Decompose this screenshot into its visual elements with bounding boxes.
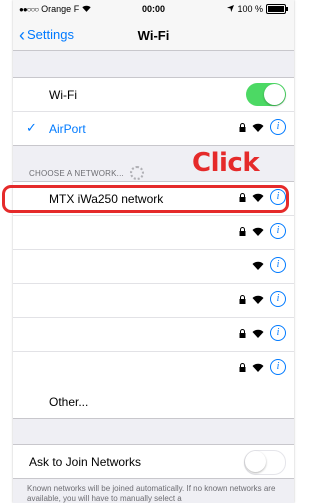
- wifi-signal-icon: [252, 227, 264, 236]
- network-row[interactable]: i: [13, 318, 294, 352]
- wifi-signal-icon: [252, 295, 264, 304]
- iphone-screen: ●●○○○ Orange F 00:00 100 % ‹ Settings Wi…: [13, 0, 294, 503]
- connected-network-name: AirPort: [49, 122, 86, 136]
- network-icons: i: [239, 359, 286, 375]
- highlight-box: [2, 185, 289, 213]
- lock-icon: [239, 328, 246, 338]
- wifi-signal-icon: [252, 123, 264, 132]
- networks-group: MTX iWa250 network i i i i i i Other...: [13, 181, 294, 419]
- status-bar: ●●○○○ Orange F 00:00 100 %: [13, 0, 294, 20]
- ask-join-row: Ask to Join Networks: [13, 445, 294, 478]
- battery-percent: 100 %: [237, 4, 263, 14]
- info-icon[interactable]: i: [270, 291, 286, 307]
- toggle-knob: [245, 451, 266, 472]
- lock-icon: [239, 122, 246, 132]
- wifi-signal-icon: [252, 261, 264, 270]
- network-icons: i: [239, 291, 286, 307]
- other-network-row[interactable]: Other...: [13, 385, 294, 418]
- battery-icon: [266, 4, 288, 14]
- network-row[interactable]: i: [13, 284, 294, 318]
- network-icons: i: [252, 257, 286, 273]
- ask-join-group: Ask to Join Networks: [13, 444, 294, 479]
- connected-network-row[interactable]: ✓ AirPort i: [13, 112, 294, 145]
- footer-description: Known networks will be joined automatica…: [27, 484, 276, 503]
- navigation-bar: ‹ Settings Wi-Fi: [13, 20, 294, 51]
- info-icon[interactable]: i: [270, 325, 286, 341]
- lock-icon: [239, 294, 246, 304]
- wifi-signal-icon: [252, 329, 264, 338]
- network-row[interactable]: i: [13, 216, 294, 250]
- ask-join-toggle[interactable]: [244, 450, 286, 475]
- wifi-toggle[interactable]: [246, 83, 286, 106]
- networks-header-label: CHOOSE A NETWORK...: [29, 168, 124, 178]
- click-annotation: Click: [192, 148, 260, 178]
- network-row[interactable]: i: [13, 250, 294, 284]
- wifi-signal-icon: [252, 363, 264, 372]
- info-icon[interactable]: i: [270, 223, 286, 239]
- network-row[interactable]: i: [13, 352, 294, 385]
- wifi-group: Wi-Fi ✓ AirPort i: [13, 77, 294, 146]
- network-icons: i: [239, 223, 286, 239]
- battery-level: [268, 6, 284, 12]
- network-icons: i: [239, 325, 286, 341]
- networks-section-header: CHOOSE A NETWORK...: [29, 166, 144, 180]
- lock-icon: [239, 362, 246, 372]
- info-icon[interactable]: i: [270, 119, 286, 135]
- wifi-label: Wi-Fi: [49, 88, 77, 102]
- info-icon[interactable]: i: [270, 257, 286, 273]
- checkmark-icon: ✓: [26, 120, 37, 135]
- network-icons: i: [239, 119, 286, 135]
- location-arrow-icon: [227, 4, 235, 14]
- wifi-toggle-row: Wi-Fi: [13, 78, 294, 112]
- ask-join-label: Ask to Join Networks: [29, 455, 142, 469]
- lock-icon: [239, 226, 246, 236]
- loading-spinner-icon: [129, 166, 144, 180]
- page-title: Wi-Fi: [137, 28, 170, 43]
- other-label: Other...: [49, 395, 89, 409]
- status-right: 100 %: [227, 4, 288, 14]
- toggle-knob: [264, 84, 285, 105]
- info-icon[interactable]: i: [270, 359, 286, 375]
